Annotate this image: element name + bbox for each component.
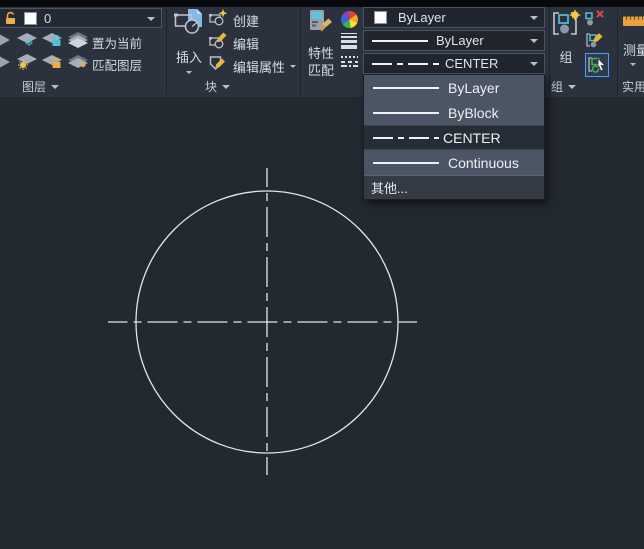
layer-isolate-button[interactable] (16, 53, 40, 70)
layer-lock-button[interactable] (42, 31, 66, 48)
layer-combo-value: 0 (44, 10, 52, 26)
edit-attributes-button[interactable]: 编辑属性 (209, 55, 297, 77)
measure-button-label[interactable]: 测量 (623, 40, 644, 59)
layer-partial-icon (0, 53, 12, 70)
snowflake-icon: ❄ (24, 37, 33, 48)
edit-attributes-chevron-down-icon (290, 64, 297, 68)
insert-block-icon (174, 9, 204, 41)
layer-color-swatch (24, 11, 37, 25)
layer-freeze-button[interactable]: ❄ (16, 31, 40, 49)
panel-expand-icon (222, 84, 231, 89)
linetype-option-byblock[interactable]: ByBlock (364, 100, 544, 125)
create-block-icon (209, 9, 228, 31)
set-current-button[interactable]: 置为当前 (92, 33, 142, 52)
linetype-sample-center (373, 136, 439, 139)
linetype-dropdown-list: ByLayer ByBlock CENTER Continuous 其他... (363, 74, 545, 200)
linetype-combo-value: CENTER (445, 56, 499, 71)
lineweight-combo-value: ByLayer (436, 33, 484, 48)
utilities-panel-label[interactable]: 实用 (622, 78, 644, 95)
group-button[interactable]: 组 (549, 9, 583, 67)
edit-block-button[interactable]: 编辑 (209, 32, 259, 54)
panel-expand-icon (568, 84, 577, 89)
linetype-sample-solid (373, 161, 439, 164)
linetype-option-center[interactable]: CENTER (364, 125, 544, 150)
panel-separator (166, 9, 167, 95)
layer-partial-icon (0, 31, 12, 48)
linetype-sample (372, 62, 440, 65)
match-layer-icon[interactable] (67, 53, 91, 70)
edit-attributes-icon (209, 55, 228, 77)
layer-unlock-icon (5, 11, 18, 25)
layer-combo[interactable]: 0 (0, 8, 162, 28)
linetype-sample-solid (373, 111, 439, 114)
linetype-sample-solid (373, 86, 439, 89)
sun-icon (20, 62, 26, 68)
group-edit-icon (586, 33, 603, 48)
lineweight-sample (372, 39, 428, 42)
group-edit-button[interactable] (585, 31, 605, 54)
layer-combo-chevron-down-icon[interactable] (147, 17, 155, 21)
group-select-icon (588, 57, 606, 73)
linetype-option-continuous[interactable]: Continuous (364, 150, 544, 175)
set-current-icon[interactable] (67, 31, 91, 48)
insert-button-label: 插入 (175, 50, 202, 65)
autocad-window: 0 ❄ 置为当前 匹配图层 图层 插入 创建 编辑 编辑属性 块 特性 匹配 B… (0, 0, 644, 549)
ungroup-icon (585, 10, 604, 26)
panel-separator (617, 9, 618, 95)
color-swatch (374, 11, 387, 24)
color-wheel-icon[interactable] (341, 11, 358, 28)
ruler-icon (623, 16, 644, 26)
layer-panel-label[interactable]: 图层 (22, 78, 60, 95)
group-icon (550, 9, 582, 42)
linetype-option-bylayer[interactable]: ByLayer (364, 75, 544, 100)
linetype-combo-chevron-down-icon[interactable] (530, 62, 538, 66)
match-properties-button[interactable]: 特性 匹配 (303, 9, 339, 89)
layer-unlock-button[interactable] (42, 53, 66, 70)
x-icon (596, 10, 604, 18)
drawing-svg (108, 168, 417, 475)
panel-expand-icon (51, 84, 60, 89)
ungroup-button[interactable] (585, 9, 605, 32)
match-properties-icon (308, 9, 335, 40)
linetype-combo[interactable]: CENTER (363, 53, 545, 74)
edit-block-icon (209, 32, 228, 54)
ribbon: 0 ❄ 置为当前 匹配图层 图层 插入 创建 编辑 编辑属性 块 特性 匹配 B… (0, 7, 644, 97)
lineweight-combo-chevron-down-icon[interactable] (530, 39, 538, 43)
measure-chevron-down-icon (630, 63, 636, 66)
panel-separator (300, 9, 301, 95)
color-combo[interactable]: ByLayer (363, 7, 545, 28)
color-combo-chevron-down-icon[interactable] (530, 16, 538, 20)
linetype-list-icon[interactable] (341, 56, 358, 70)
linetype-other-option[interactable]: 其他... (364, 175, 544, 199)
match-layer-button[interactable]: 匹配图层 (92, 55, 142, 74)
insert-chevron-down-icon (186, 71, 192, 74)
create-block-button[interactable]: 创建 (209, 9, 259, 31)
measure-button[interactable] (623, 14, 644, 32)
group-select-button[interactable] (585, 53, 609, 77)
block-panel-label[interactable]: 块 (205, 78, 231, 95)
group-button-label: 组 (559, 50, 573, 65)
group-panel-label[interactable]: 组 (551, 78, 577, 95)
color-combo-value: ByLayer (398, 10, 446, 25)
lineweight-icon[interactable] (341, 33, 357, 51)
drawing-canvas[interactable] (0, 97, 644, 549)
lineweight-combo[interactable]: ByLayer (363, 30, 545, 51)
title-strip (0, 0, 644, 7)
insert-button[interactable]: 插入 (170, 9, 208, 77)
